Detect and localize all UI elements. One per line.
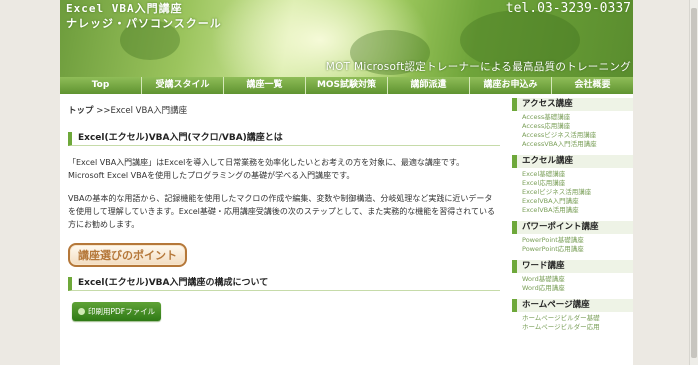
breadcrumb-current: >>Excel VBA入門講座 <box>96 106 188 116</box>
course-selection-point-button[interactable]: 講座選びのポイント <box>68 243 187 267</box>
detail-paragraph: VBAの基本的な用語から、記録機能を使用したマクロの作成や編集、変数や制御構造、… <box>68 194 496 229</box>
nav-instructor-dispatch[interactable]: 講師派遣 <box>388 77 470 94</box>
section-heading-structure: Excel(エクセル)VBA入門講座の構成について <box>68 277 500 291</box>
section-heading-about: Excel(エクセル)VBA入門(マクロ/VBA)講座とは <box>68 132 500 146</box>
sidebar-heading: パワーポイント講座 <box>512 221 633 234</box>
sidebar-section-access: アクセス講座 Access基礎講座 Access応用講座 Accessビジネス活… <box>512 98 633 149</box>
sidebar-link[interactable]: ホームページビルダー基礎 <box>522 314 633 323</box>
breadcrumb-home[interactable]: トップ <box>68 106 94 116</box>
sidebar-link[interactable]: Word基礎講座 <box>522 275 633 284</box>
nav-apply[interactable]: 講座お申込み <box>470 77 552 94</box>
sidebar-heading: エクセル講座 <box>512 155 633 168</box>
sidebar-section-word: ワード講座 Word基礎講座 Word応用講座 <box>512 260 633 293</box>
nav-mos-exam[interactable]: MOS試験対策 <box>306 77 388 94</box>
pdf-download-button[interactable]: 印刷用PDFファイル <box>72 302 162 321</box>
sidebar-section-homepage: ホームページ講座 ホームページビルダー基礎 ホームページビルダー応用 <box>512 299 633 332</box>
nav-course-list[interactable]: 講座一覧 <box>224 77 306 94</box>
sidebar-heading: ホームページ講座 <box>512 299 633 312</box>
site-title-line2: ナレッジ・パソコンスクール <box>66 17 222 30</box>
sidebar-link[interactable]: AccessVBA入門活用講座 <box>522 140 633 149</box>
page: Excel VBA入門講座 ナレッジ・パソコンスクール tel.03-3239-… <box>60 0 633 365</box>
sidebar-link[interactable]: ExcelVBA入門講座 <box>522 197 633 206</box>
nav-company[interactable]: 会社概要 <box>552 77 633 94</box>
pdf-button-label: 印刷用PDFファイル <box>88 307 156 316</box>
sidebar: アクセス講座 Access基礎講座 Access応用講座 Accessビジネス活… <box>512 98 633 338</box>
sidebar-link[interactable]: ExcelVBA活用講座 <box>522 206 633 215</box>
site-title[interactable]: Excel VBA入門講座 ナレッジ・パソコンスクール <box>66 1 222 31</box>
nav-study-style[interactable]: 受講スタイル <box>142 77 224 94</box>
sidebar-heading: ワード講座 <box>512 260 633 273</box>
sidebar-section-excel: エクセル講座 Excel基礎講座 Excel応用講座 Excelビジネス活用講座… <box>512 155 633 215</box>
intro-paragraph: 「Excel VBA入門講座」はExcelを導入して日常業務を効率化したいとお考… <box>68 158 465 180</box>
sidebar-link[interactable]: Excel基礎講座 <box>522 170 633 179</box>
tagline: MOT Microsoft認定トレーナーによる最高品質のトレーニング <box>325 61 631 73</box>
phone-number: tel.03-3239-0337 <box>505 1 631 16</box>
sidebar-link[interactable]: Access基礎講座 <box>522 113 633 122</box>
pdf-icon <box>78 308 85 315</box>
nav-top[interactable]: Top <box>60 77 142 94</box>
vertical-scrollbar[interactable] <box>689 0 698 365</box>
sidebar-link[interactable]: PowerPoint応用講座 <box>522 245 633 254</box>
sidebar-link[interactable]: Access応用講座 <box>522 122 633 131</box>
sidebar-link[interactable]: PowerPoint基礎講座 <box>522 236 633 245</box>
sidebar-section-powerpoint: パワーポイント講座 PowerPoint基礎講座 PowerPoint応用講座 <box>512 221 633 254</box>
breadcrumb: トップ >>Excel VBA入門講座 <box>68 104 500 118</box>
main-content: トップ >>Excel VBA入門講座 Excel(エクセル)VBA入門(マクロ… <box>68 104 500 321</box>
sidebar-link[interactable]: ホームページビルダー応用 <box>522 323 633 332</box>
global-nav: Top 受講スタイル 講座一覧 MOS試験対策 講師派遣 講座お申込み 会社概要 <box>60 77 633 94</box>
sidebar-link[interactable]: Excel応用講座 <box>522 179 633 188</box>
sidebar-heading: アクセス講座 <box>512 98 633 111</box>
scrollbar-thumb[interactable] <box>691 8 697 358</box>
site-title-line1: Excel VBA入門講座 <box>66 2 183 15</box>
header-banner: Excel VBA入門講座 ナレッジ・パソコンスクール tel.03-3239-… <box>60 0 633 77</box>
sidebar-link[interactable]: Excelビジネス活用講座 <box>522 188 633 197</box>
sidebar-link[interactable]: Accessビジネス活用講座 <box>522 131 633 140</box>
sidebar-link[interactable]: Word応用講座 <box>522 284 633 293</box>
